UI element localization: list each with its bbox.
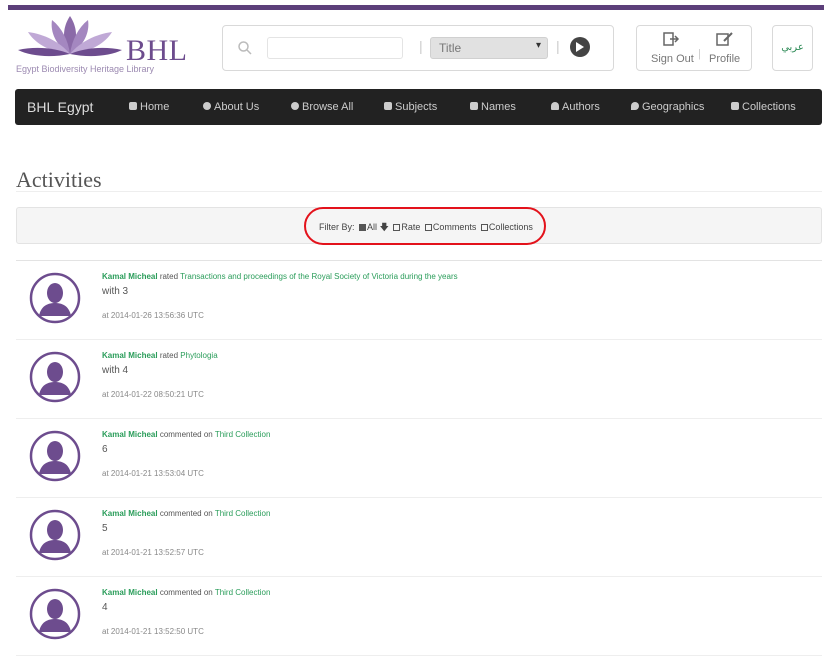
chevron-down-icon: ▾ [535, 40, 541, 51]
user-link[interactable]: Kamal Micheal [102, 509, 158, 518]
logo-text: BHL [126, 34, 188, 67]
divider [16, 191, 822, 192]
search-field-value: Title [439, 41, 462, 55]
activity-action: rated [159, 351, 179, 360]
activity-action: commented on [159, 588, 213, 597]
language-toggle-button[interactable]: عربي [772, 25, 813, 71]
target-link[interactable]: Third Collection [215, 588, 271, 597]
activity-timestamp: at 2014-01-21 13:52:57 UTC [102, 548, 204, 557]
navbar-brand[interactable]: BHL Egypt [27, 99, 93, 115]
target-link[interactable]: Third Collection [215, 430, 271, 439]
activity-detail: 6 [102, 444, 108, 455]
list-item: Kamal Micheal commented on Third Collect… [16, 419, 822, 498]
arrow-down-icon[interactable]: 🡇 [380, 222, 389, 232]
search-icon [238, 41, 252, 55]
activity-detail: with 3 [102, 286, 129, 297]
activity-headline: Kamal Micheal rated Phytologia [102, 351, 218, 360]
activity-detail: 5 [102, 523, 108, 534]
nav-item-authors[interactable]: Authors [551, 101, 600, 113]
user-link[interactable]: Kamal Micheal [102, 272, 158, 281]
filter-options: Filter By: All 🡇 Rate Comments Collectio… [319, 220, 533, 236]
profile-button[interactable]: Profile [709, 31, 740, 65]
user-link[interactable]: Kamal Micheal [102, 588, 158, 597]
filter-option-collections[interactable]: Collections [479, 222, 533, 232]
activity-detail: 4 [102, 602, 108, 613]
checkbox-icon[interactable] [480, 224, 488, 231]
activity-action: commented on [159, 430, 213, 439]
avatar[interactable] [29, 351, 81, 403]
info-icon [203, 102, 211, 110]
profile-label: Profile [709, 53, 741, 65]
activity-headline: Kamal Micheal commented on Third Collect… [102, 509, 270, 518]
nav-item-browse-all[interactable]: Browse All [291, 101, 353, 113]
nav-item-collections[interactable]: Collections [731, 101, 796, 113]
sign-out-icon [663, 32, 680, 46]
nav-item-subjects[interactable]: Subjects [384, 101, 437, 113]
filter-label: Filter By: [319, 222, 355, 232]
list-item: Kamal Micheal rated Transactions and pro… [16, 261, 822, 340]
globe-icon [291, 102, 299, 110]
search-go-button[interactable] [570, 37, 590, 57]
activity-timestamp: at 2014-01-21 13:53:04 UTC [102, 469, 204, 478]
avatar[interactable] [29, 430, 81, 482]
search-bar: | Title ▾ | [222, 25, 614, 71]
top-accent-bar [8, 5, 824, 10]
main-navbar: BHL Egypt Home About Us Browse All Subje… [15, 89, 822, 125]
activity-timestamp: at 2014-01-26 13:56:36 UTC [102, 311, 204, 320]
map-marker-icon [631, 102, 639, 110]
target-link[interactable]: Third Collection [215, 509, 271, 518]
separator: | [556, 38, 560, 54]
nav-item-geographics[interactable]: Geographics [631, 101, 704, 113]
checkbox-icon[interactable] [393, 224, 401, 231]
user-link[interactable]: Kamal Micheal [102, 351, 158, 360]
sitemap-icon [384, 102, 392, 110]
activity-list: Kamal Micheal rated Transactions and pro… [16, 260, 822, 661]
nav-item-about-us[interactable]: About Us [203, 101, 259, 113]
sign-out-button[interactable]: Sign Out [651, 31, 694, 65]
bhl-logo[interactable]: BHL Egypt Biodiversity Heritage Library [14, 12, 214, 76]
nav-item-names[interactable]: Names [470, 101, 516, 113]
user-link[interactable]: Kamal Micheal [102, 430, 158, 439]
activity-timestamp: at 2014-01-22 08:50:21 UTC [102, 390, 204, 399]
sign-out-label: Sign Out [651, 53, 694, 65]
logo-subtitle: Egypt Biodiversity Heritage Library [16, 64, 155, 74]
filter-option-rate[interactable]: Rate [391, 222, 420, 232]
list-item: Kamal Micheal commented on Third Collect… [16, 577, 822, 656]
checkbox-checked-icon[interactable] [359, 224, 367, 231]
filter-option-all[interactable]: All [357, 222, 377, 232]
activity-headline: Kamal Micheal rated Transactions and pro… [102, 272, 458, 281]
lotus-icon [18, 16, 122, 57]
activity-headline: Kamal Micheal commented on Third Collect… [102, 430, 270, 439]
search-field-select[interactable]: Title ▾ [430, 37, 548, 59]
activity-action: commented on [159, 509, 213, 518]
activity-action: rated [159, 272, 179, 281]
activity-headline: Kamal Micheal commented on Third Collect… [102, 588, 270, 597]
avatar[interactable] [29, 588, 81, 640]
target-link[interactable]: Phytologia [180, 351, 217, 360]
list-item: Kamal Micheal commented on Third Collect… [16, 498, 822, 577]
avatar[interactable] [29, 509, 81, 561]
filter-option-comments[interactable]: Comments [423, 222, 476, 232]
edit-icon [715, 32, 733, 46]
list-item: Kamal Micheal rated Phytologia with 4 at… [16, 340, 822, 419]
separator: | [698, 48, 701, 60]
account-panel: Sign Out | Profile [636, 25, 752, 71]
separator: | [419, 38, 423, 54]
user-icon [551, 102, 559, 110]
page-title: Activities [16, 166, 102, 192]
activity-detail: with 4 [102, 365, 129, 376]
activity-timestamp: at 2014-01-21 13:52:50 UTC [102, 627, 204, 636]
home-icon [129, 102, 137, 110]
nav-item-home[interactable]: Home [129, 101, 169, 113]
avatar[interactable] [29, 272, 81, 324]
books-icon [731, 102, 739, 110]
checkbox-icon[interactable] [424, 224, 432, 231]
search-input[interactable] [267, 37, 403, 59]
target-link[interactable]: Transactions and proceedings of the Roya… [180, 272, 458, 281]
tags-icon [470, 102, 478, 110]
